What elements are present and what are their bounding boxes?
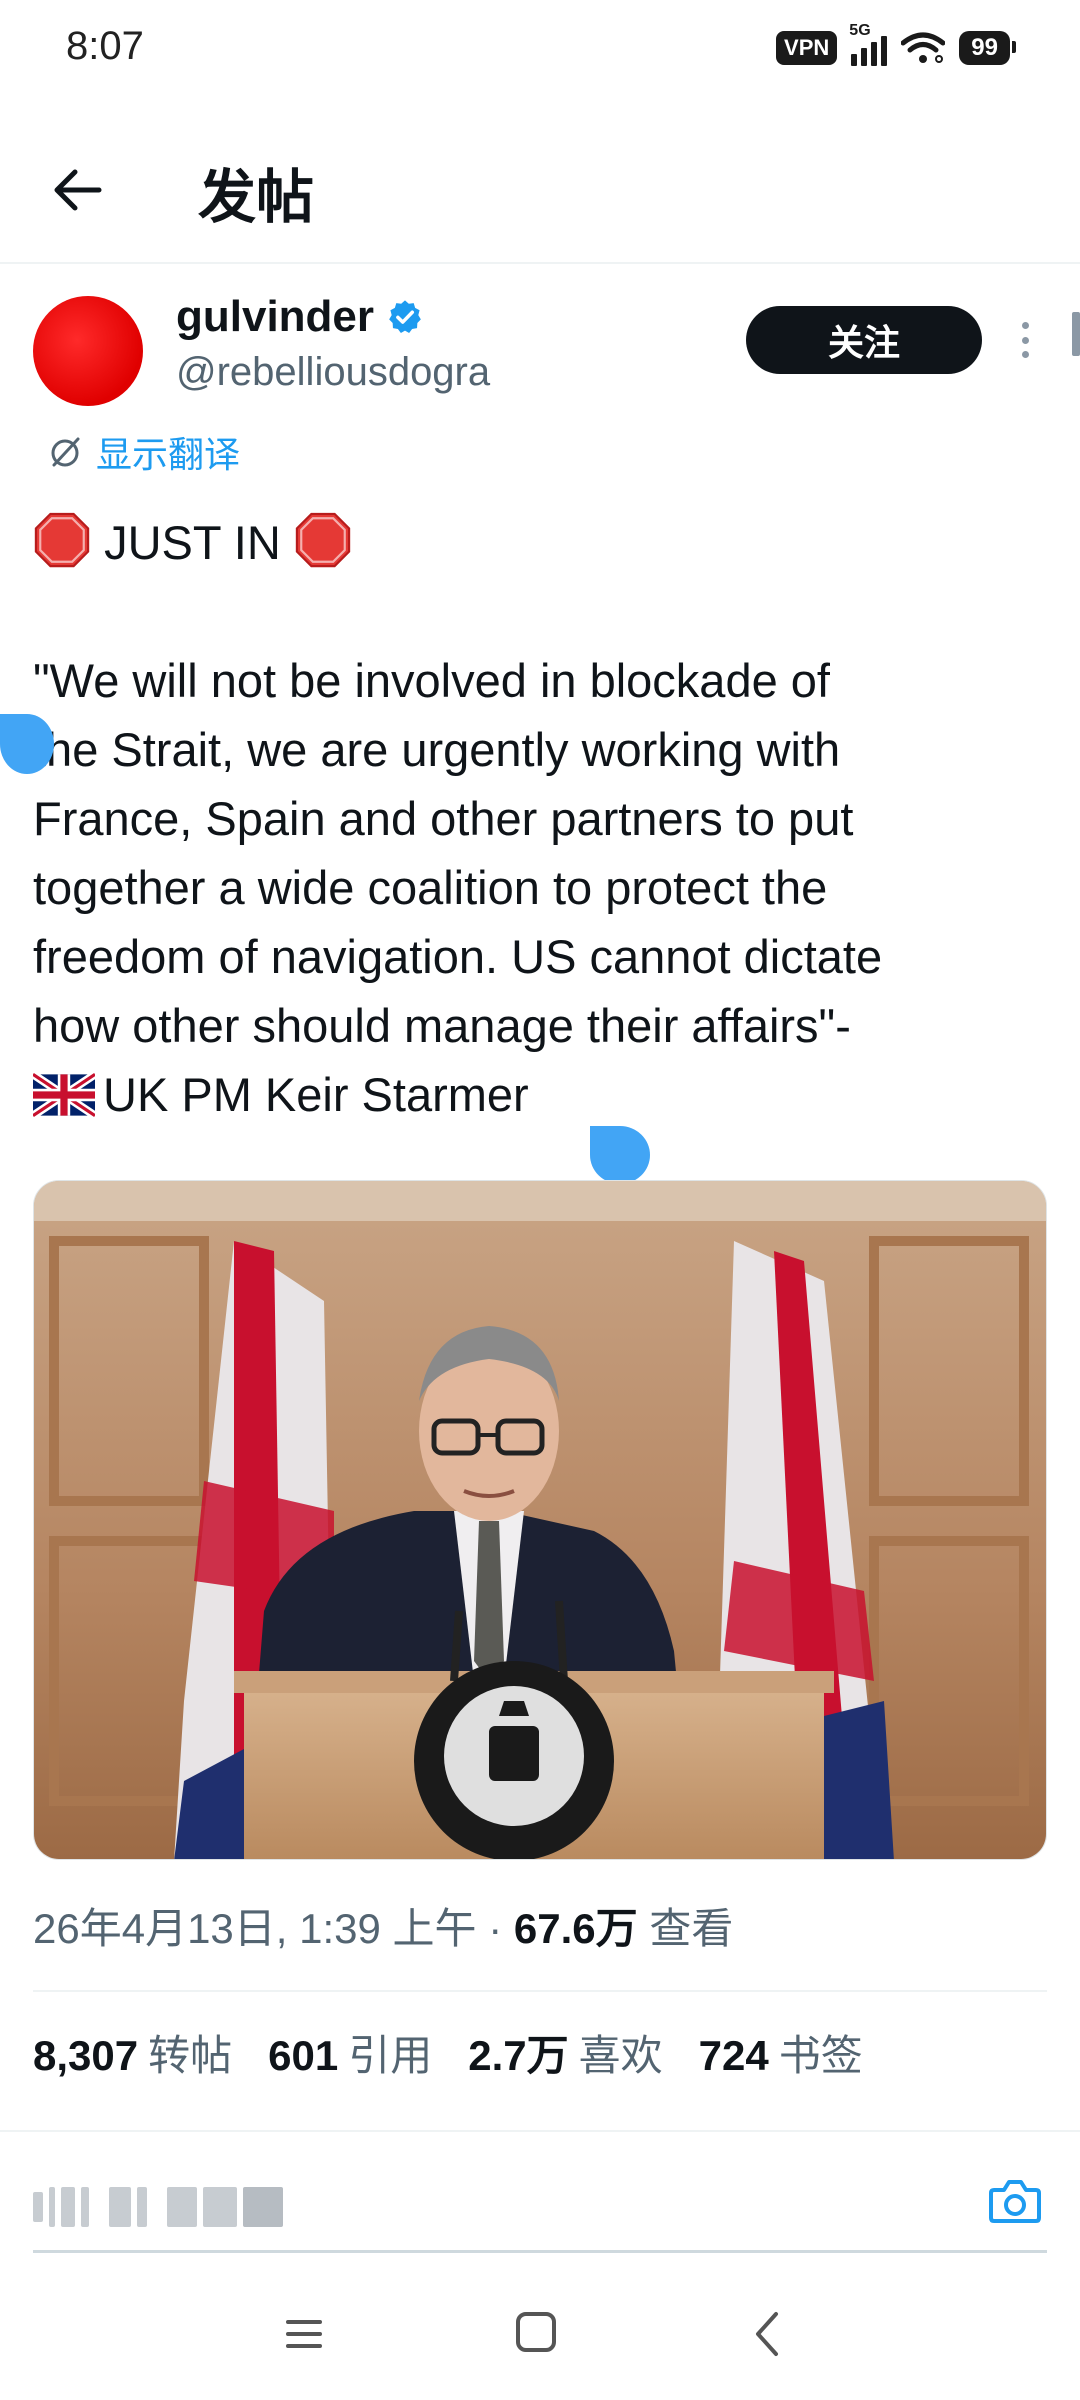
views-label: 查看 [649, 1905, 734, 1952]
engagement-stats: 8,307 转帖 601 引用 2.7万 喜欢 724 书签 [33, 2022, 863, 2083]
reply-underline [33, 2250, 1047, 2253]
text-line-4: France, Spain and other partners to put [33, 792, 854, 845]
vpn-badge: VPN [776, 31, 838, 65]
reposts-stat[interactable]: 8,307 转帖 [33, 2022, 232, 2083]
text-line-6: freedom of navigation. US cannot dictate [33, 930, 883, 983]
signal-icon: 5G [849, 22, 888, 66]
status-icons: VPN 5G 99 [776, 22, 1016, 66]
translate-label: 显示翻译 [96, 435, 241, 476]
text-line-5: together a wide coalition to protect the [33, 861, 828, 914]
views-count: 67.6万 [513, 1905, 638, 1952]
divider [33, 1990, 1047, 1992]
top-app-bar: 发帖 [0, 130, 1080, 250]
page-title: 发帖 [198, 163, 315, 231]
follow-button[interactable]: 关注 [746, 306, 982, 374]
author-display-name: gulvinder [176, 292, 375, 341]
status-time: 8:07 [66, 24, 144, 68]
text-line-2: "We will not be involved in blockade of [33, 654, 830, 707]
menu-icon[interactable] [284, 2314, 324, 2354]
text-line-8: UK PM Keir Starmer [33, 1060, 1043, 1129]
divider [0, 2130, 1080, 2132]
text-line-3: the Strait, we are urgently working with [33, 723, 841, 776]
wifi-icon [901, 32, 946, 63]
header-divider [0, 262, 1080, 264]
uk-flag-icon [33, 1073, 95, 1117]
camera-icon[interactable] [986, 2172, 1044, 2230]
stop-sign-icon [34, 512, 90, 568]
post-timestamp: 26年4月13日, 1:39 上午 [33, 1905, 477, 1952]
text-line-7: how other should manage their affairs"- [33, 999, 851, 1052]
reply-placeholder-obscured [33, 2182, 283, 2232]
stop-sign-icon [295, 512, 351, 568]
more-options-icon[interactable] [1010, 318, 1040, 362]
home-square-icon[interactable] [514, 2310, 558, 2354]
post-text: JUST IN "We will not be involved in bloc… [33, 508, 1043, 1129]
battery-indicator: 99 [959, 31, 1016, 65]
text-line-1: JUST IN [33, 508, 1043, 577]
back-button[interactable] [46, 158, 110, 222]
show-translation-link[interactable]: 显示翻译 [46, 426, 240, 478]
post-image[interactable] [33, 1180, 1047, 1860]
translate-icon [51, 437, 80, 467]
arrow-left-icon [54, 169, 102, 211]
author-handle[interactable]: @rebelliousdogra [176, 350, 490, 395]
status-bar: 8:07 VPN 5G 99 [0, 0, 1080, 100]
verified-badge-icon [389, 300, 421, 333]
text-selection-handle-start[interactable] [0, 714, 54, 774]
bookmarks-stat[interactable]: 724 书签 [699, 2022, 863, 2083]
avatar[interactable] [33, 296, 143, 406]
post-meta: 26年4月13日, 1:39 上午 · 67.6万 查看 [33, 1905, 734, 1952]
text-selection-handle-end[interactable] [590, 1126, 650, 1184]
reply-input[interactable] [33, 2172, 933, 2242]
chevron-left-icon[interactable] [748, 2310, 788, 2358]
author-name[interactable]: gulvinder [176, 292, 424, 342]
system-nav-bar [0, 2270, 1080, 2400]
likes-stat[interactable]: 2.7万 喜欢 [468, 2022, 662, 2083]
press-conference-photo [34, 1181, 1046, 1859]
network-type: 5G [849, 22, 871, 39]
scrollbar[interactable] [1072, 312, 1080, 356]
quotes-stat[interactable]: 601 引用 [268, 2022, 432, 2083]
